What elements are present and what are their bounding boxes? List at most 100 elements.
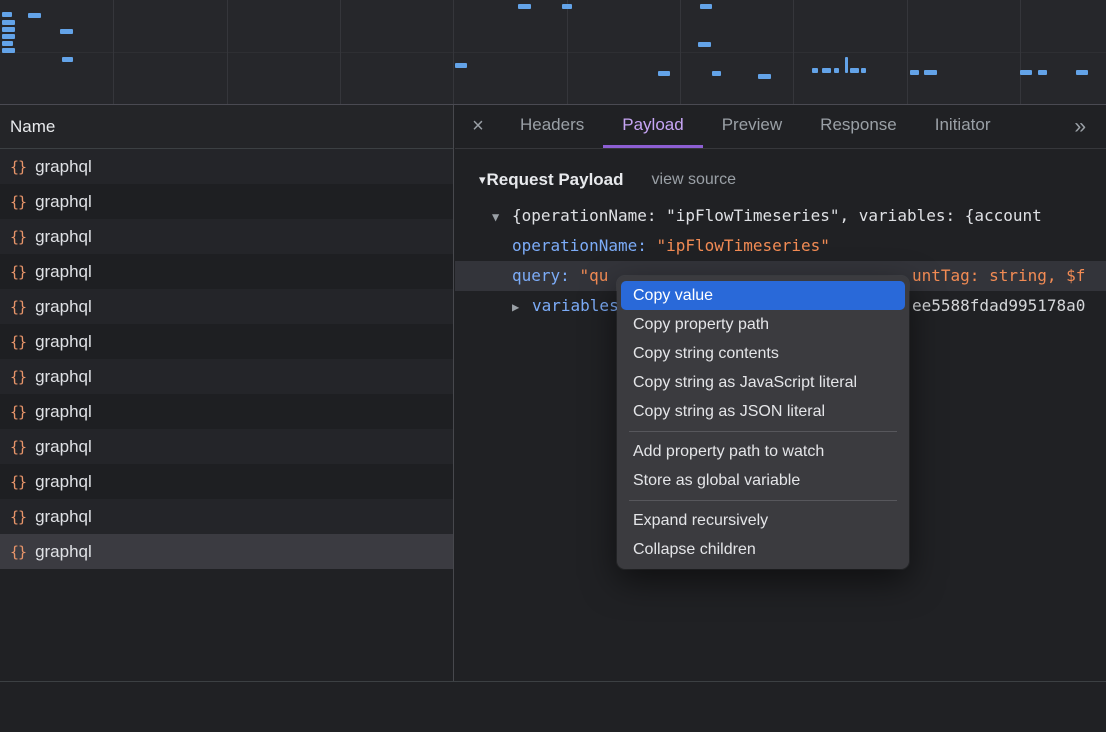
fetch-icon: {}	[10, 473, 26, 491]
timeline-request-bar	[834, 68, 839, 73]
view-source-link[interactable]: view source	[652, 171, 736, 189]
fetch-icon: {}	[10, 368, 26, 386]
section-disclosure-icon[interactable]: ▾	[479, 172, 486, 188]
close-icon[interactable]: ×	[455, 105, 501, 148]
timeline-request-bar	[845, 57, 848, 73]
network-request-row[interactable]: {}graphql	[0, 149, 453, 184]
fetch-icon: {}	[10, 228, 26, 246]
tab-response[interactable]: Response	[801, 105, 916, 148]
timeline-request-bar	[2, 48, 15, 53]
timeline-request-bar	[698, 42, 711, 47]
timeline-request-bar	[861, 68, 866, 73]
timeline-request-bar	[60, 29, 73, 34]
bottom-divider	[0, 681, 1106, 682]
menu-separator	[629, 431, 897, 432]
timeline-request-bar	[28, 13, 41, 18]
timeline-request-bar	[562, 4, 572, 9]
network-request-row[interactable]: {}graphql	[0, 394, 453, 429]
network-request-row[interactable]: {}graphql	[0, 464, 453, 499]
timeline-request-bar	[1076, 70, 1088, 75]
root-preview-text: {operationName: "ipFlowTimeseries", vari…	[512, 206, 1042, 225]
request-payload-section-header[interactable]: ▾ Request Payload view source	[455, 165, 1106, 195]
menu-item-store-as-global-variable[interactable]: Store as global variable	[621, 466, 905, 495]
context-menu: Copy value Copy property path Copy strin…	[617, 276, 909, 569]
request-name: graphql	[35, 332, 92, 352]
fetch-icon: {}	[10, 298, 26, 316]
devtools-window: Name {} graphql {} graphql {} graphql {} gra…	[0, 0, 1106, 732]
property-key: variables:	[532, 296, 628, 315]
tree-expanded-icon[interactable]: ▼	[492, 202, 512, 231]
tab-preview[interactable]: Preview	[703, 105, 801, 148]
timeline-request-bar	[658, 71, 670, 76]
network-request-row[interactable]: {}graphql	[0, 254, 453, 289]
request-name: graphql	[35, 157, 92, 177]
network-request-row[interactable]: {}graphql	[0, 184, 453, 219]
tree-root-line[interactable]: ▼{operationName: "ipFlowTimeseries", var…	[455, 201, 1106, 231]
tab-payload[interactable]: Payload	[603, 105, 702, 148]
timeline-request-bar	[518, 4, 531, 9]
tree-operation-line[interactable]: operationName: "ipFlowTimeseries"	[455, 231, 1106, 261]
request-name: graphql	[35, 367, 92, 387]
timeline-gridline	[1020, 0, 1021, 104]
fetch-icon: {}	[10, 263, 26, 281]
timeline-request-bar	[850, 68, 859, 73]
network-request-row-selected[interactable]: {}graphql	[0, 534, 453, 569]
network-request-row[interactable]: {} graphql	[0, 289, 453, 324]
request-name: graphql	[35, 192, 92, 212]
network-overview-timeline[interactable]	[0, 0, 1106, 105]
request-name: graphql	[35, 437, 92, 457]
tab-initiator[interactable]: Initiator	[916, 105, 1010, 148]
timeline-request-bar	[1038, 70, 1047, 75]
menu-item-collapse-children[interactable]: Collapse children	[621, 535, 905, 564]
network-request-row[interactable]: {} graphql	[0, 359, 453, 394]
timeline-request-bar	[812, 68, 818, 73]
menu-item-copy-string-json-literal[interactable]: Copy string as JSON literal	[621, 397, 905, 426]
timeline-request-bar	[924, 70, 937, 75]
timeline-request-bar	[2, 27, 15, 32]
timeline-request-bar	[758, 74, 771, 79]
property-value-fragment: untTag: string, $f	[912, 261, 1085, 291]
menu-item-copy-property-path[interactable]: Copy property path	[621, 310, 905, 339]
request-name: graphql	[35, 542, 92, 562]
timeline-gridline	[793, 0, 794, 104]
tab-headers[interactable]: Headers	[501, 105, 603, 148]
timeline-gridline	[907, 0, 908, 104]
network-request-row[interactable]: {} graphql	[0, 429, 453, 464]
network-request-row[interactable]: {} graphql	[0, 324, 453, 359]
menu-item-copy-value[interactable]: Copy value	[621, 281, 905, 310]
property-key: operationName:	[512, 236, 657, 255]
menu-item-add-property-path-to-watch[interactable]: Add property path to watch	[621, 437, 905, 466]
timeline-request-bar	[712, 71, 721, 76]
request-name: graphql	[35, 507, 92, 527]
fetch-icon: {}	[10, 333, 26, 351]
timeline-request-bar	[1020, 70, 1032, 75]
name-column-header[interactable]: Name	[0, 105, 453, 149]
menu-item-copy-string-js-literal[interactable]: Copy string as JavaScript literal	[621, 368, 905, 397]
timeline-request-bar	[2, 41, 13, 46]
timeline-request-bar	[2, 12, 12, 17]
more-tabs-icon[interactable]: »	[1074, 105, 1106, 148]
menu-item-copy-string-contents[interactable]: Copy string contents	[621, 339, 905, 368]
menu-separator	[629, 500, 897, 501]
request-name: graphql	[35, 402, 92, 422]
network-request-row[interactable]: {}graphql	[0, 219, 453, 254]
details-tabbar: × Headers Payload Preview Response Initi…	[455, 105, 1106, 149]
menu-item-expand-recursively[interactable]: Expand recursively	[621, 506, 905, 535]
timeline-gridline	[567, 0, 568, 104]
property-value: "ipFlowTimeseries"	[657, 236, 830, 255]
fetch-icon: {}	[10, 438, 26, 456]
timeline-gridline	[340, 0, 341, 104]
timeline-gridline	[680, 0, 681, 104]
fetch-icon: {}	[10, 508, 26, 526]
timeline-gridline	[227, 0, 228, 104]
tree-collapsed-icon[interactable]: ▶	[512, 292, 532, 321]
timeline-gridline	[113, 0, 114, 104]
request-name: graphql	[35, 297, 92, 317]
timeline-request-bar	[2, 20, 15, 25]
network-request-rows: {}graphql {}graphql {}graphql {}graphql …	[0, 149, 453, 569]
network-request-row[interactable]: {} graphql	[0, 499, 453, 534]
timeline-request-bar	[700, 4, 712, 9]
timeline-request-bar	[822, 68, 831, 73]
timeline-request-bar	[62, 57, 73, 62]
property-value-start: "qu	[579, 266, 608, 285]
